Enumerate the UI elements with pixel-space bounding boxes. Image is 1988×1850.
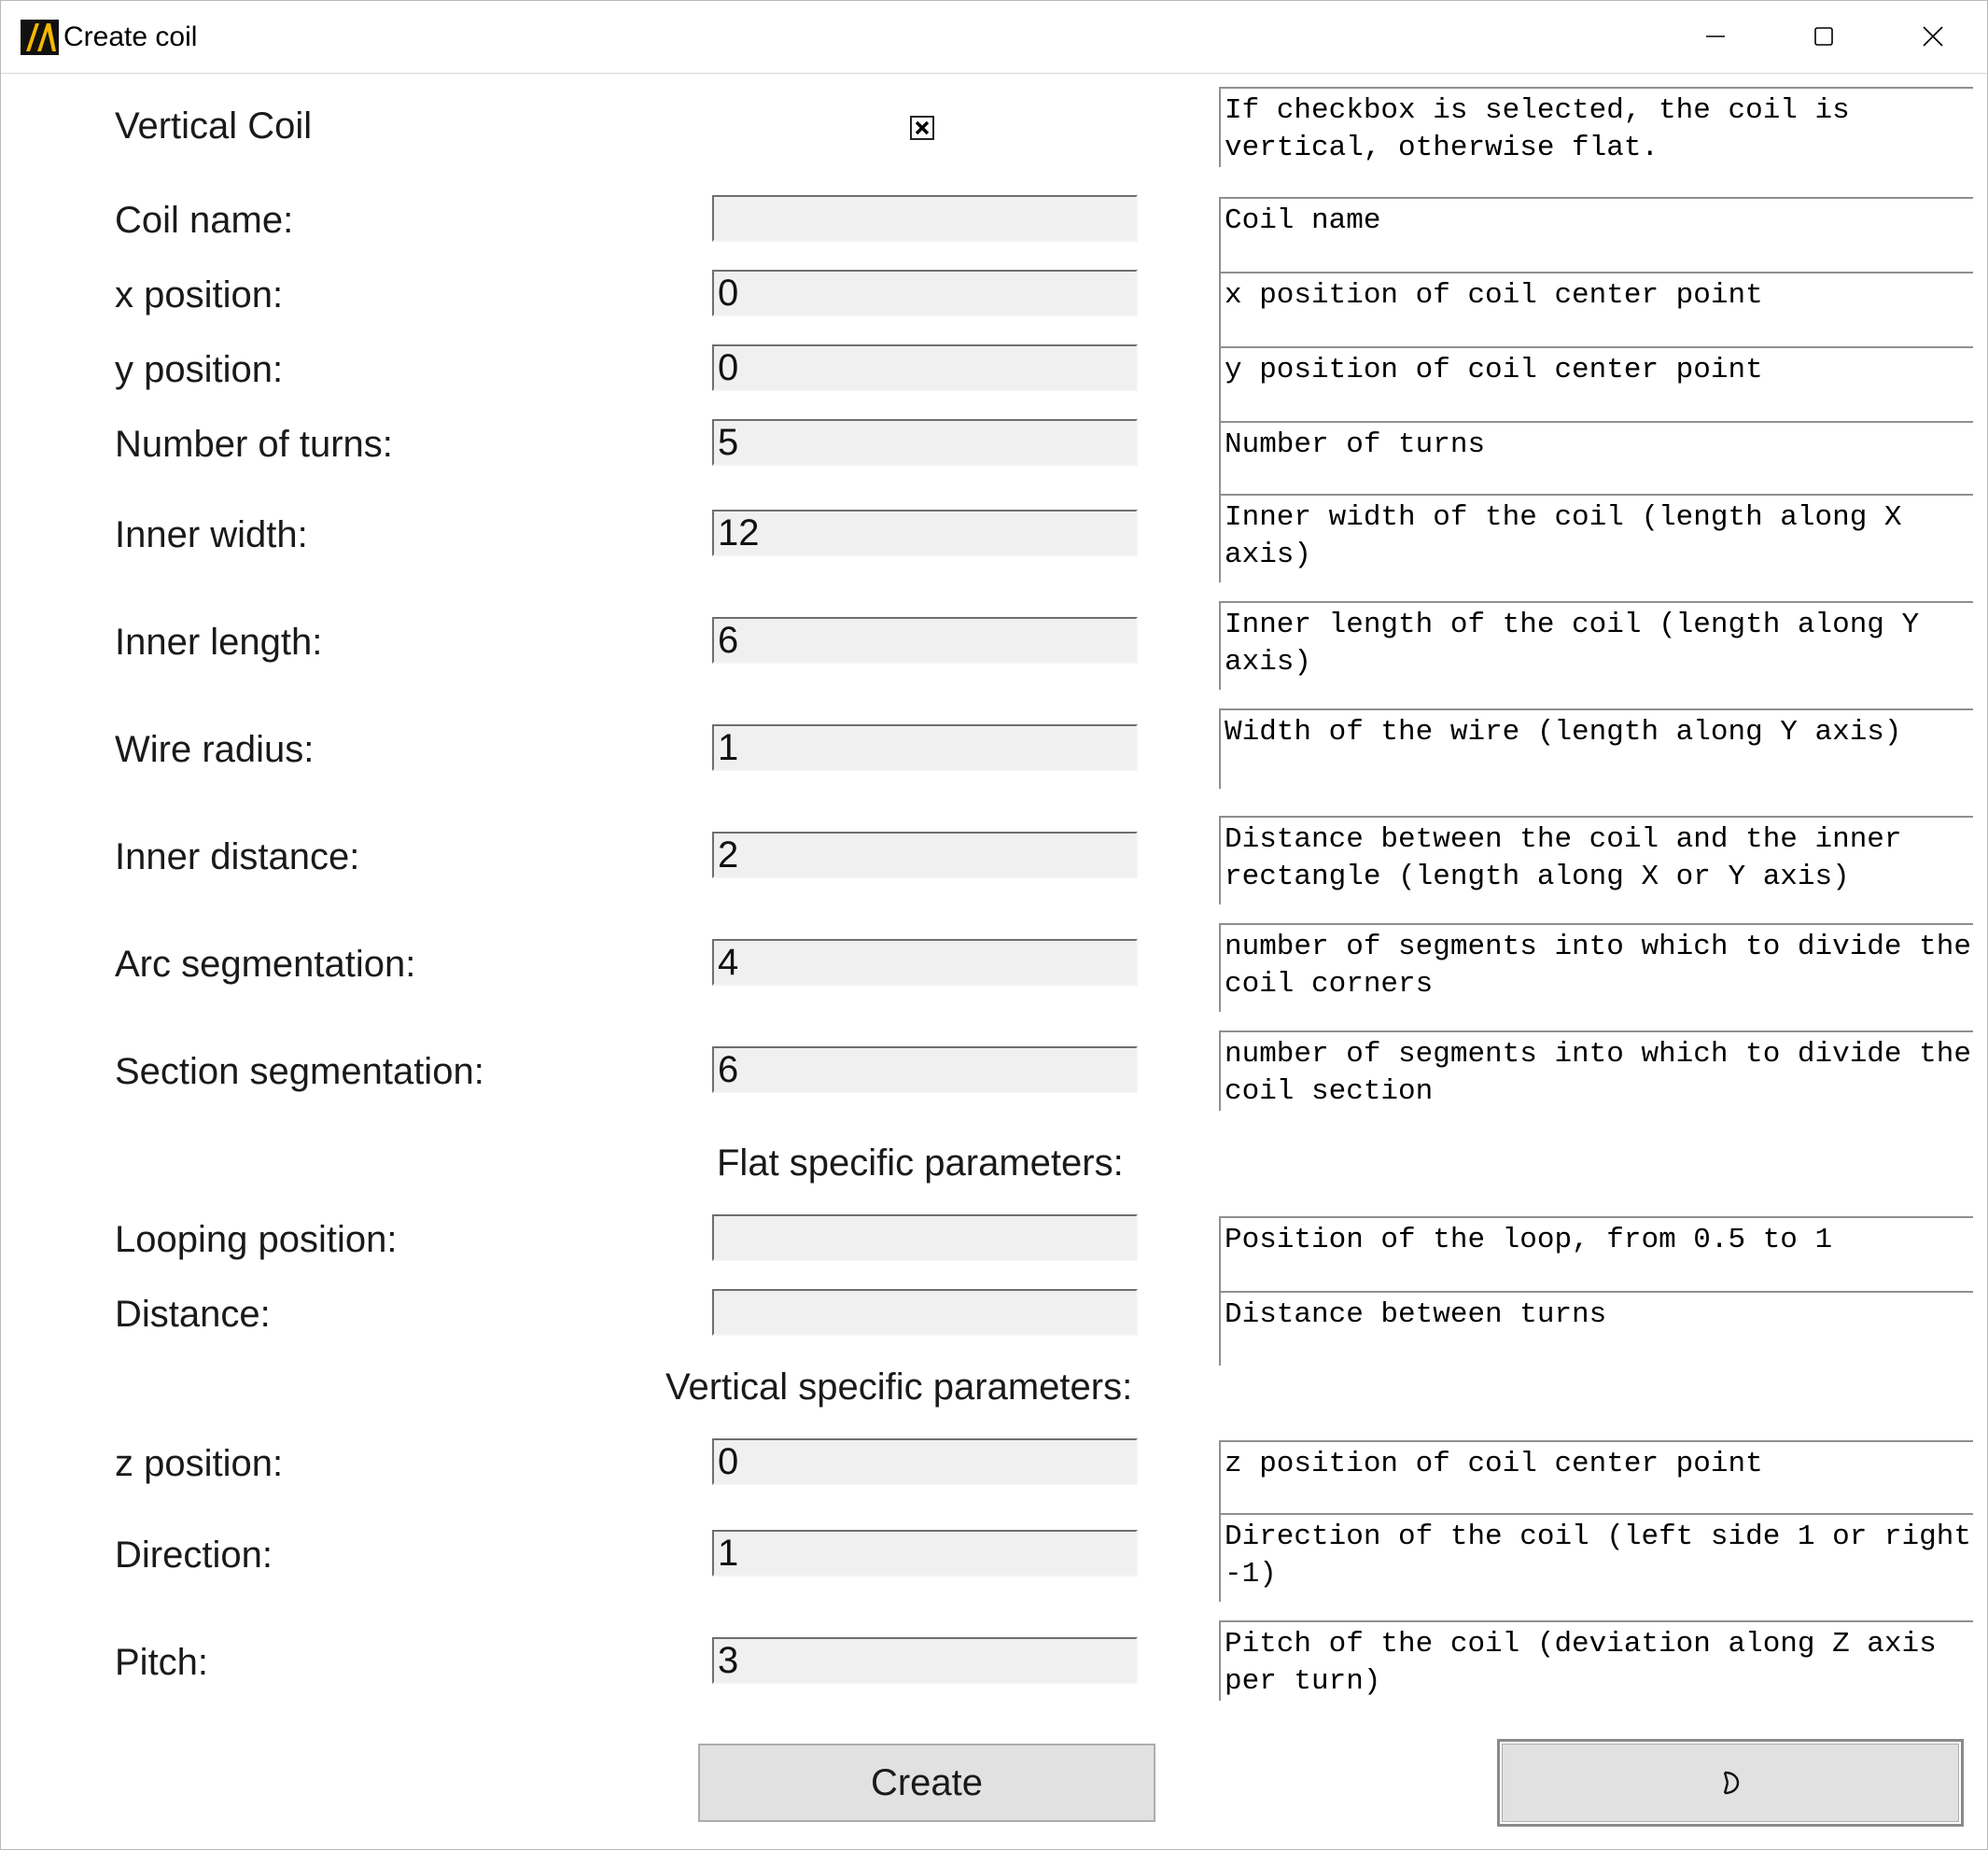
maximize-button[interactable] — [1770, 1, 1878, 72]
inner-distance-description: Distance between the coil and the inner … — [1219, 816, 1973, 904]
close-dialog-button[interactable] — [1497, 1739, 1964, 1827]
distance-description: Distance between turns — [1219, 1291, 1973, 1366]
y-position-description: y position of coil center point — [1219, 346, 1973, 421]
inner-length-input[interactable] — [712, 617, 1138, 664]
inner-length-label: Inner length: — [115, 622, 323, 663]
close-window-button[interactable] — [1879, 1, 1987, 72]
pitch-input[interactable] — [712, 1637, 1138, 1684]
flat-parameters-heading: Flat specific parameters: — [717, 1142, 1124, 1184]
vertical-parameters-heading: Vertical specific parameters: — [665, 1366, 1133, 1408]
section-segmentation-input[interactable] — [712, 1046, 1138, 1093]
vertical-coil-label: Vertical Coil — [115, 105, 313, 147]
pitch-description: Pitch of the coil (deviation along Z axi… — [1219, 1620, 1973, 1701]
coil-name-input[interactable] — [712, 195, 1138, 242]
dialog-window: Create coil Vertical Coil If checkbox is… — [0, 0, 1988, 1850]
x-position-input[interactable] — [712, 270, 1138, 316]
z-position-input[interactable] — [712, 1438, 1138, 1485]
inner-distance-label: Inner distance: — [115, 836, 360, 877]
inner-distance-input[interactable] — [712, 832, 1138, 878]
vertical-coil-checkbox[interactable] — [910, 116, 934, 140]
wire-radius-input[interactable] — [712, 724, 1138, 771]
create-button[interactable]: Create — [698, 1744, 1155, 1822]
direction-input[interactable] — [712, 1530, 1138, 1577]
close-dialog-icon — [1723, 1771, 1740, 1795]
coil-name-label: Coil name: — [115, 200, 294, 241]
number-of-turns-label: Number of turns: — [115, 424, 393, 465]
arc-segmentation-description: number of segments into which to divide … — [1219, 923, 1973, 1012]
direction-label: Direction: — [115, 1535, 273, 1576]
z-position-label: z position: — [115, 1443, 284, 1484]
arc-segmentation-input[interactable] — [712, 939, 1138, 986]
arc-segmentation-label: Arc segmentation: — [115, 944, 416, 985]
y-position-input[interactable] — [712, 344, 1138, 391]
minimize-icon — [1706, 35, 1725, 37]
wire-radius-description: Width of the wire (length along Y axis) — [1219, 708, 1973, 789]
inner-length-description: Inner length of the coil (length along Y… — [1219, 601, 1973, 690]
inner-width-label: Inner width: — [115, 514, 308, 555]
inner-width-description: Inner width of the coil (length along X … — [1219, 494, 1973, 582]
title-bar[interactable]: Create coil — [1, 1, 1987, 74]
wire-radius-label: Wire radius: — [115, 729, 315, 770]
distance-input[interactable] — [712, 1289, 1138, 1336]
number-of-turns-description: Number of turns — [1219, 421, 1973, 494]
close-icon — [1923, 26, 1943, 47]
minimize-button[interactable] — [1661, 1, 1770, 72]
maximize-icon — [1814, 27, 1833, 46]
x-position-label: x position: — [115, 274, 284, 315]
pitch-label: Pitch: — [115, 1642, 209, 1683]
looping-position-description: Position of the loop, from 0.5 to 1 — [1219, 1216, 1973, 1291]
section-segmentation-label: Section segmentation: — [115, 1051, 484, 1092]
looping-position-input[interactable] — [712, 1214, 1138, 1261]
direction-description: Direction of the coil (left side 1 or ri… — [1219, 1513, 1973, 1602]
window-title: Create coil — [63, 21, 198, 52]
y-position-label: y position: — [115, 349, 284, 390]
coil-name-description: Coil name — [1219, 197, 1973, 272]
number-of-turns-input[interactable] — [712, 419, 1138, 466]
inner-width-input[interactable] — [712, 510, 1138, 556]
create-button-label: Create — [870, 1761, 984, 1803]
section-segmentation-description: number of segments into which to divide … — [1219, 1030, 1973, 1111]
distance-label: Distance: — [115, 1294, 271, 1335]
z-position-description: z position of coil center point — [1219, 1440, 1973, 1513]
checkmark-x-icon — [915, 120, 930, 135]
vertical-coil-description: If checkbox is selected, the coil is ver… — [1219, 87, 1973, 167]
x-position-description: x position of coil center point — [1219, 272, 1973, 346]
looping-position-label: Looping position: — [115, 1219, 398, 1260]
app-logo-icon — [21, 20, 59, 55]
